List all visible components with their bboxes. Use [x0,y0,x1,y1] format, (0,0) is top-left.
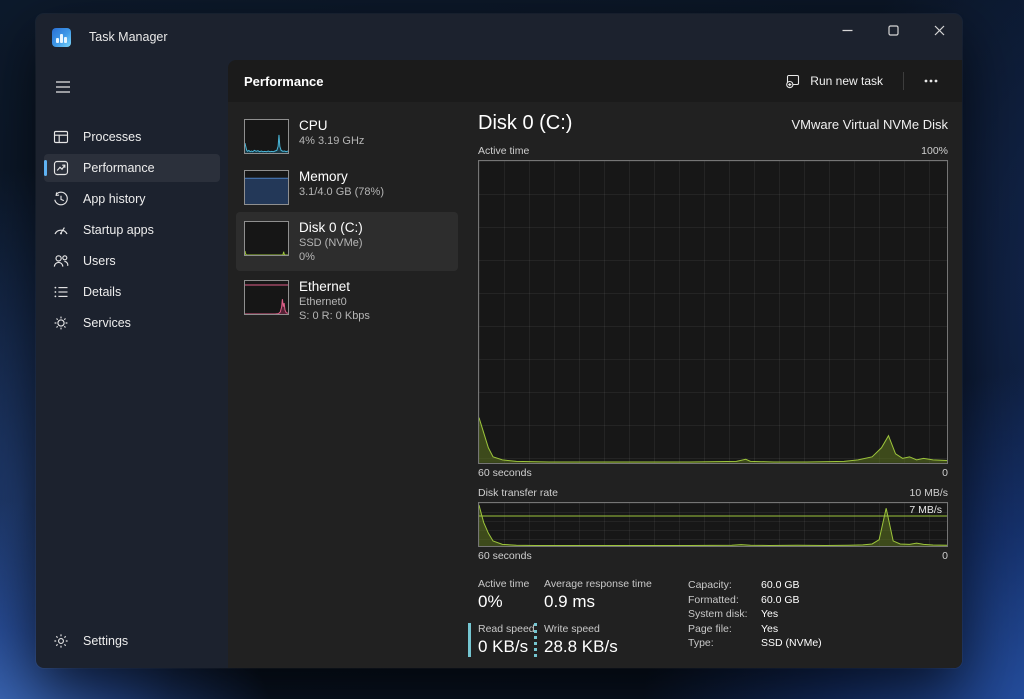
perf-item-detail: 4% 3.19 GHz [299,134,364,148]
disk-stats: Active time 0% Read speed 0 KB/s Average… [478,578,948,668]
content-area: Performance Run new task [228,60,962,668]
kv-key: Formatted: [688,593,761,608]
content-header: Performance Run new task [228,60,962,102]
active-time-chart-max: 100% [921,145,948,157]
sidebar-item-label: Details [83,285,121,299]
kv-key: System disk: [688,607,761,622]
perf-item-title: Memory [299,168,384,185]
run-new-task-label: Run new task [810,74,883,88]
memory-mini-chart [244,170,289,205]
sidebar-item-settings[interactable]: Settings [44,627,220,655]
close-button[interactable] [916,14,962,46]
sidebar-item-label: Services [83,316,131,330]
perf-item-memory[interactable]: Memory 3.1/4.0 GB (78%) [236,161,458,212]
transfer-rate-chart-max: 10 MB/s [909,487,948,499]
device-name: VMware Virtual NVMe Disk [791,117,948,132]
performance-icon [53,160,69,176]
transfer-rate-chart: 7 MB/s [478,502,948,547]
services-icon [53,315,69,331]
sidebar-item-users[interactable]: Users [44,247,220,275]
gear-icon [53,633,69,649]
perf-item-ethernet[interactable]: Ethernet Ethernet0 S: 0 R: 0 Kbps [236,271,458,330]
cpu-mini-chart [244,119,289,154]
transfer-rate-chart-label: Disk transfer rate [478,487,558,499]
perf-item-title: Disk 0 (C:) [299,219,363,236]
ethernet-mini-chart [244,280,289,315]
run-new-task-button[interactable]: Run new task [775,67,893,95]
maximize-button[interactable] [870,14,916,46]
write-speed-stat: Write speed 28.8 KB/s [534,623,648,657]
sidebar: Processes Performance App history Startu… [36,60,228,668]
active-time-stat-label: Active time [478,578,544,590]
app-history-icon [53,191,69,207]
minimize-button[interactable] [824,14,870,46]
sidebar-item-label: Performance [83,161,155,175]
transfer-rate-xlabel: 60 seconds [478,550,532,562]
header-divider [903,72,904,90]
active-time-chart-label: Active time [478,145,529,157]
performance-metric-list: CPU 4% 3.19 GHz Memory 3.1/4.0 GB (78%) [236,110,458,668]
run-new-task-icon [785,73,801,89]
sidebar-item-services[interactable]: Services [44,309,220,337]
kv-key: Capacity: [688,578,761,593]
close-icon [934,25,945,36]
sidebar-item-performance[interactable]: Performance [44,154,220,182]
navigation-menu-button[interactable] [44,70,82,104]
titlebar: Task Manager [36,14,962,60]
minimize-icon [842,25,853,36]
avg-response-value: 0.9 ms [544,592,648,612]
processes-icon [53,129,69,145]
more-options-button[interactable] [914,68,948,94]
page-title: Performance [244,74,323,89]
hamburger-icon [55,80,71,94]
maximize-icon [888,25,899,36]
read-speed-stat: Read speed 0 KB/s [468,623,544,657]
task-manager-window: Task Manager Processes [36,14,962,668]
disk-detail-panel: Disk 0 (C:) VMware Virtual NVMe Disk Act… [478,110,950,668]
startup-apps-icon [53,222,69,238]
perf-item-detail: SSD (NVMe) [299,236,363,250]
sidebar-item-label: Startup apps [83,223,154,237]
kv-value: SSD (NVMe) [761,636,822,651]
sidebar-item-app-history[interactable]: App history [44,185,220,213]
transfer-peak-label: 7 MB/s [909,504,942,516]
active-time-xlabel: 60 seconds [478,467,532,479]
kv-value: Yes [761,622,778,637]
perf-item-disk[interactable]: Disk 0 (C:) SSD (NVMe) 0% [236,212,458,271]
perf-item-detail: 0% [299,250,363,264]
task-manager-app-icon [52,28,71,47]
kv-key: Type: [688,636,761,651]
sidebar-item-processes[interactable]: Processes [44,123,220,151]
kv-value: 60.0 GB [761,578,800,593]
detail-title: Disk 0 (C:) [478,112,572,135]
kv-value: Yes [761,607,778,622]
sidebar-item-label: Users [83,254,116,268]
perf-item-cpu[interactable]: CPU 4% 3.19 GHz [236,110,458,161]
active-time-xright: 0 [942,467,948,479]
kv-key: Page file: [688,622,761,637]
perf-item-detail: S: 0 R: 0 Kbps [299,309,370,323]
window-title: Task Manager [89,30,168,44]
active-time-stat-value: 0% [478,592,544,612]
users-icon [53,253,69,269]
sidebar-item-label: Processes [83,130,141,144]
sidebar-item-label: Settings [83,634,128,648]
active-time-chart [478,160,948,464]
write-speed-label: Write speed [544,623,648,635]
details-icon [53,284,69,300]
perf-item-detail: 3.1/4.0 GB (78%) [299,185,384,199]
sidebar-item-label: App history [83,192,146,206]
write-speed-value: 28.8 KB/s [544,637,648,657]
perf-item-detail: Ethernet0 [299,295,370,309]
sidebar-item-details[interactable]: Details [44,278,220,306]
ellipsis-icon [924,79,938,83]
sidebar-item-startup-apps[interactable]: Startup apps [44,216,220,244]
perf-item-title: Ethernet [299,278,370,295]
disk-properties: Capacity:60.0 GB Formatted:60.0 GB Syste… [688,578,822,668]
perf-item-title: CPU [299,117,364,134]
disk-mini-chart [244,221,289,256]
kv-value: 60.0 GB [761,593,800,608]
avg-response-label: Average response time [544,578,648,590]
transfer-rate-xright: 0 [942,550,948,562]
